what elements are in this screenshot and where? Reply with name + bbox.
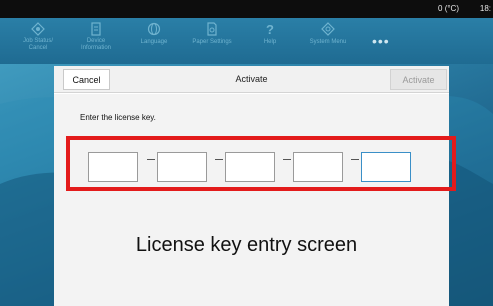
license-key-field-5[interactable] [361,152,411,182]
menu-system-menu[interactable]: System Menu [300,18,356,64]
license-key-field-2[interactable] [157,152,207,182]
help-icon: ? [266,22,274,36]
dialog-body: Enter the license key. [54,94,456,306]
menu-label: System Menu [309,39,347,45]
menu-label: Language [140,39,168,45]
top-menu-bar: Job Status/ Cancel Device Information La… [0,18,493,64]
key-separator [215,159,223,160]
license-key-field-1[interactable] [88,152,138,182]
license-key-highlight [66,136,456,191]
dialog-header: Cancel Activate Activate [54,66,449,93]
more-menu-button[interactable]: ••• [372,33,390,49]
status-bar: 0 (°C) 18: [0,0,493,18]
menu-label: Job Status/ Cancel [22,38,54,51]
menu-label: Device Information [80,38,111,51]
menu-language[interactable]: Language [126,18,182,64]
menu-help[interactable]: ? Help [242,18,298,64]
system-menu-icon [321,22,335,36]
menu-label: Paper Settings [192,39,232,45]
menu-paper-settings[interactable]: Paper Settings [184,18,240,64]
temperature-readout: 0 (°C) [438,4,459,13]
menu-device-information[interactable]: Device Information [68,18,124,64]
clock-readout: 18: [479,4,491,13]
activate-button[interactable]: Activate [390,69,447,90]
job-status-icon [31,22,45,36]
svg-text:?: ? [266,22,274,36]
license-key-field-3[interactable] [225,152,275,182]
caption-text: License key entry screen [135,234,358,256]
instruction-text: Enter the license key. [80,113,156,122]
key-separator [351,159,359,160]
key-separator [147,159,155,160]
paper-settings-icon [207,22,217,36]
device-info-icon [91,22,101,36]
menu-job-status[interactable]: Job Status/ Cancel [10,18,66,64]
language-icon [147,22,161,36]
menu-label: Help [263,39,277,45]
license-key-field-4[interactable] [293,152,343,182]
key-separator [283,159,291,160]
activate-dialog: Cancel Activate Activate Enter the licen… [54,66,456,306]
